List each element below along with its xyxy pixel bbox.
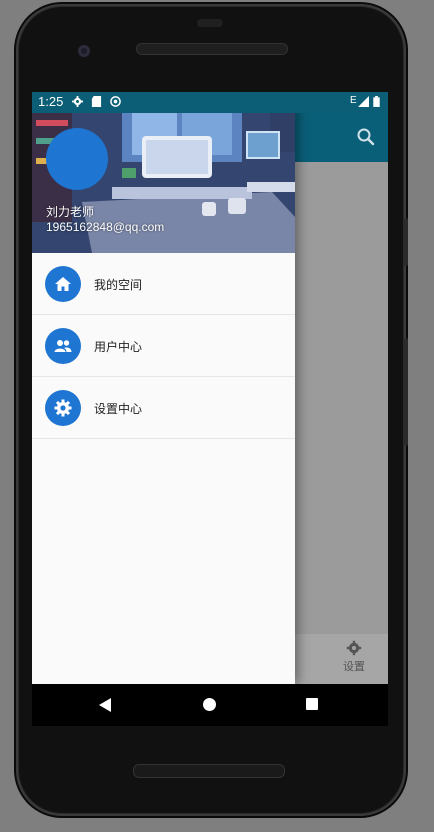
drawer-item-settings-center[interactable]: 设置中心 — [32, 377, 295, 439]
navigation-drawer: 刘力老师 1965162848@qq.com 我的空间 用户中心 设置中心 — [32, 92, 295, 684]
menu-icon-circle — [45, 266, 81, 302]
system-navigation-bar — [32, 684, 388, 726]
home-button-icon[interactable] — [203, 698, 216, 711]
front-camera — [78, 45, 90, 57]
bottom-speaker — [133, 764, 285, 778]
battery-icon — [373, 96, 380, 107]
drawer-item-user-center[interactable]: 用户中心 — [32, 315, 295, 377]
sd-card-icon — [91, 96, 102, 107]
recents-icon[interactable] — [306, 698, 318, 710]
screen: 设置 刘力老师 1965162848@qq.com 我的空间 用户中心 设置中心… — [32, 92, 388, 684]
signal-icon — [358, 96, 369, 107]
status-bar: 1:25 E — [32, 92, 388, 113]
network-type: E — [350, 95, 357, 106]
earpiece-speaker — [136, 43, 288, 55]
menu-icon-circle — [45, 328, 81, 364]
drawer-item-label: 我的空间 — [94, 278, 143, 292]
account-name: 刘力老师 — [46, 205, 95, 219]
bottom-nav-settings-label: 设置 — [343, 660, 365, 673]
home-icon — [55, 277, 71, 291]
menu-icon-circle — [45, 390, 81, 426]
drawer-item-my-space[interactable]: 我的空间 — [32, 253, 295, 315]
people-icon — [54, 340, 72, 352]
header-thumbnail — [246, 131, 280, 159]
top-sensor — [197, 19, 223, 27]
volume-button — [404, 218, 408, 266]
settings-icon — [54, 399, 72, 417]
status-time: 1:25 — [38, 94, 64, 109]
sync-icon — [110, 96, 121, 107]
drawer-item-label: 用户中心 — [94, 340, 143, 354]
power-button — [404, 338, 408, 446]
gear-icon — [346, 640, 362, 656]
bottom-nav-settings[interactable]: 设置 — [336, 640, 372, 674]
gear-icon — [72, 96, 83, 107]
back-icon[interactable] — [99, 698, 111, 712]
avatar[interactable] — [46, 128, 108, 190]
drawer-item-label: 设置中心 — [94, 402, 143, 416]
account-email: 1965162848@qq.com — [46, 220, 165, 234]
drawer-header: 刘力老师 1965162848@qq.com — [32, 92, 295, 253]
search-icon[interactable] — [356, 127, 376, 147]
